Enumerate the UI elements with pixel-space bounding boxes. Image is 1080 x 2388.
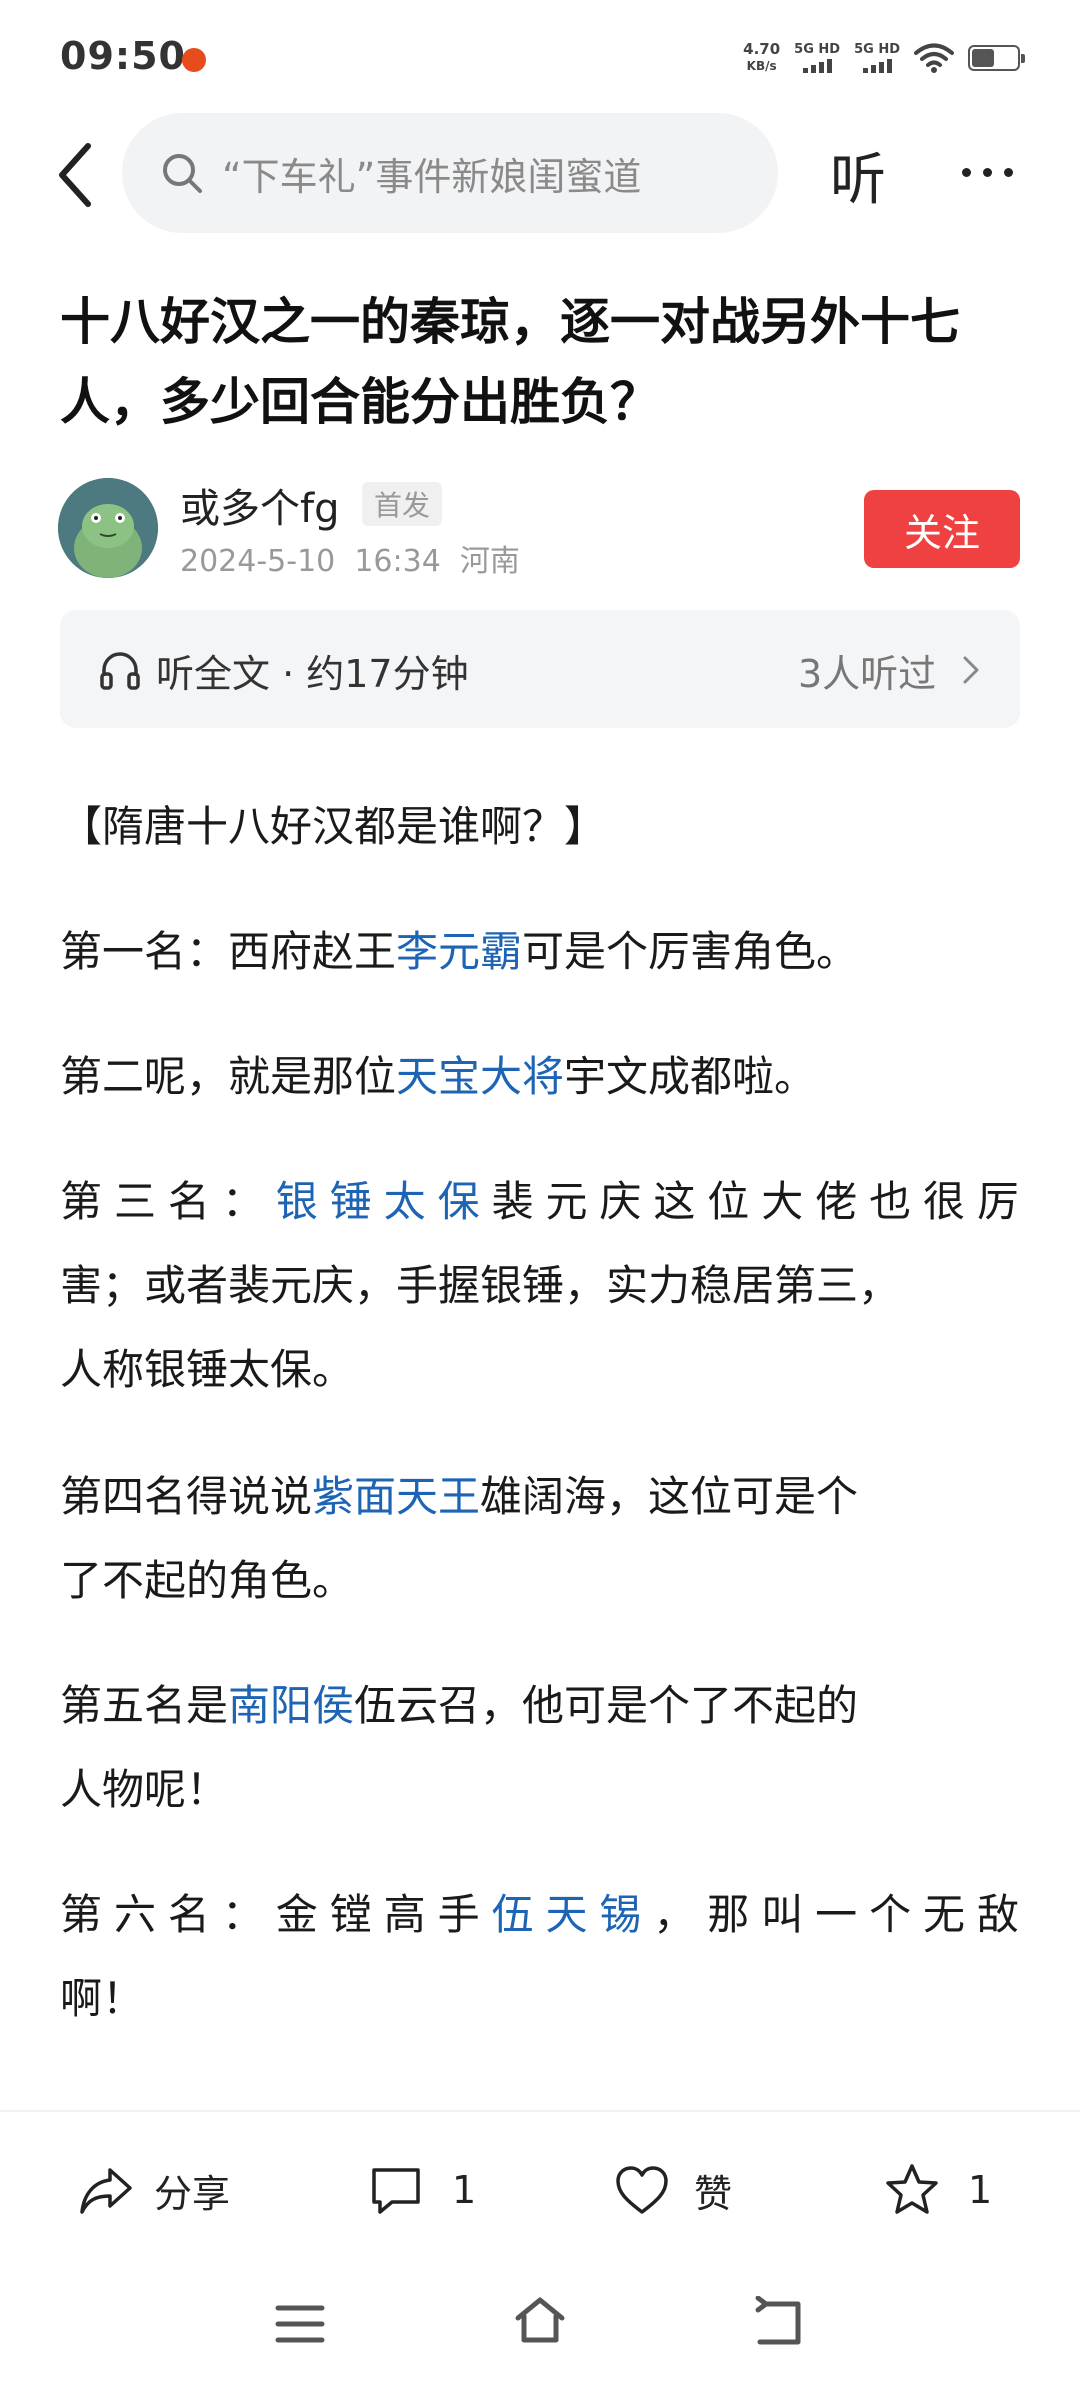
status-time: 09:50 bbox=[60, 34, 186, 78]
star-icon bbox=[886, 2164, 938, 2214]
menu-icon[interactable] bbox=[272, 2296, 328, 2352]
search-icon bbox=[163, 154, 202, 193]
publish-date: 2024-5-10 bbox=[180, 544, 336, 579]
wifi-icon bbox=[914, 43, 954, 73]
publish-time: 16:34 bbox=[354, 544, 441, 579]
author-name[interactable]: 或多个fg bbox=[180, 476, 339, 534]
article-title: 十八好汉之一的秦琼，逐一对战另外十七人，多少回合能分出胜负？ bbox=[60, 293, 960, 431]
action-bar-divider bbox=[0, 2110, 1080, 2112]
notification-icon bbox=[182, 48, 206, 72]
publish-location: 河南 bbox=[459, 544, 520, 579]
sim1-signal-icon: 5G HD bbox=[794, 43, 840, 73]
paragraph-5-line-2: 人物呢！ bbox=[60, 1765, 229, 1814]
home-icon[interactable] bbox=[512, 2292, 568, 2348]
like-button[interactable]: 赞 bbox=[612, 2160, 732, 2220]
avatar-image bbox=[58, 478, 158, 578]
paragraph-6-line-1: 第六名：金镗高手伍天锡，那叫一个无敌 bbox=[60, 1890, 1022, 1939]
paragraph-3-line-2: 害；或者裴元庆，手握银锤，实力稳居第三， bbox=[60, 1261, 901, 1310]
chevron-right-icon bbox=[963, 656, 979, 684]
keyword-link[interactable]: 紫面天王 bbox=[312, 1472, 480, 1521]
keyword-link[interactable]: 天宝大将 bbox=[396, 1052, 564, 1101]
search-placeholder: “下车礼”事件新娘闺蜜道 bbox=[222, 154, 642, 199]
heart-icon bbox=[616, 2166, 668, 2214]
paragraph-1: 第一名：西府赵王李元霸可是个厉害角色。 bbox=[60, 927, 859, 976]
keyword-link[interactable]: 李元霸 bbox=[396, 927, 522, 976]
favorite-count: 1 bbox=[968, 2168, 993, 2212]
favorite-button[interactable]: 1 bbox=[882, 2160, 992, 2220]
share-button[interactable]: 分享 bbox=[76, 2160, 230, 2220]
paragraph-3-line-3: 人称银锤太保。 bbox=[60, 1345, 355, 1394]
follow-button[interactable]: 关注 bbox=[864, 490, 1020, 568]
status-indicators: 4.70 KB/s 5G HD 5G HD bbox=[743, 38, 1025, 78]
publish-meta: 2024-5-10 16:34 河南 bbox=[180, 536, 520, 580]
comment-icon bbox=[372, 2168, 420, 2214]
paragraph-3-line-1: 第三名：银锤太保裴元庆这位大佬也很厉 bbox=[60, 1177, 1022, 1226]
back-nav-icon[interactable] bbox=[752, 2296, 808, 2352]
body-heading: 【隋唐十八好汉都是谁啊？】 bbox=[60, 802, 607, 851]
listen-button[interactable]: 听 bbox=[830, 135, 886, 216]
search-bar[interactable]: “下车礼”事件新娘闺蜜道 bbox=[122, 113, 778, 233]
paragraph-2: 第二呢，就是那位天宝大将宇文成都啦。 bbox=[60, 1052, 817, 1101]
back-icon[interactable] bbox=[48, 140, 108, 210]
paragraph-4-line-2: 了不起的角色。 bbox=[60, 1556, 355, 1605]
comment-count: 1 bbox=[452, 2168, 477, 2212]
keyword-link[interactable]: 伍天锡 bbox=[492, 1890, 654, 1939]
keyword-link[interactable]: 南阳侯 bbox=[228, 1681, 354, 1730]
headphones-icon bbox=[100, 652, 140, 690]
author-avatar[interactable] bbox=[58, 478, 158, 578]
network-speed: 4.70 KB/s bbox=[743, 40, 781, 74]
listen-full-text-label: 听全文 · 约17分钟 bbox=[156, 652, 469, 696]
paragraph-6-line-2: 啊！ bbox=[60, 1974, 145, 2023]
sim2-signal-icon: 5G HD bbox=[854, 43, 900, 73]
keyword-link[interactable]: 银锤太保 bbox=[276, 1177, 492, 1226]
paragraph-4-line-1: 第四名得说说紫面天王雄阔海，这位可是个 bbox=[60, 1472, 859, 1521]
comment-button[interactable]: 1 bbox=[366, 2160, 476, 2220]
share-icon bbox=[80, 2168, 132, 2214]
paragraph-5-line-1: 第五名是南阳侯伍云召，他可是个了不起的 bbox=[60, 1681, 859, 1730]
more-icon[interactable] bbox=[962, 168, 1013, 177]
listeners-count: 3人听过 bbox=[798, 652, 937, 696]
battery-icon bbox=[968, 45, 1025, 71]
first-publish-badge: 首发 bbox=[362, 482, 443, 526]
